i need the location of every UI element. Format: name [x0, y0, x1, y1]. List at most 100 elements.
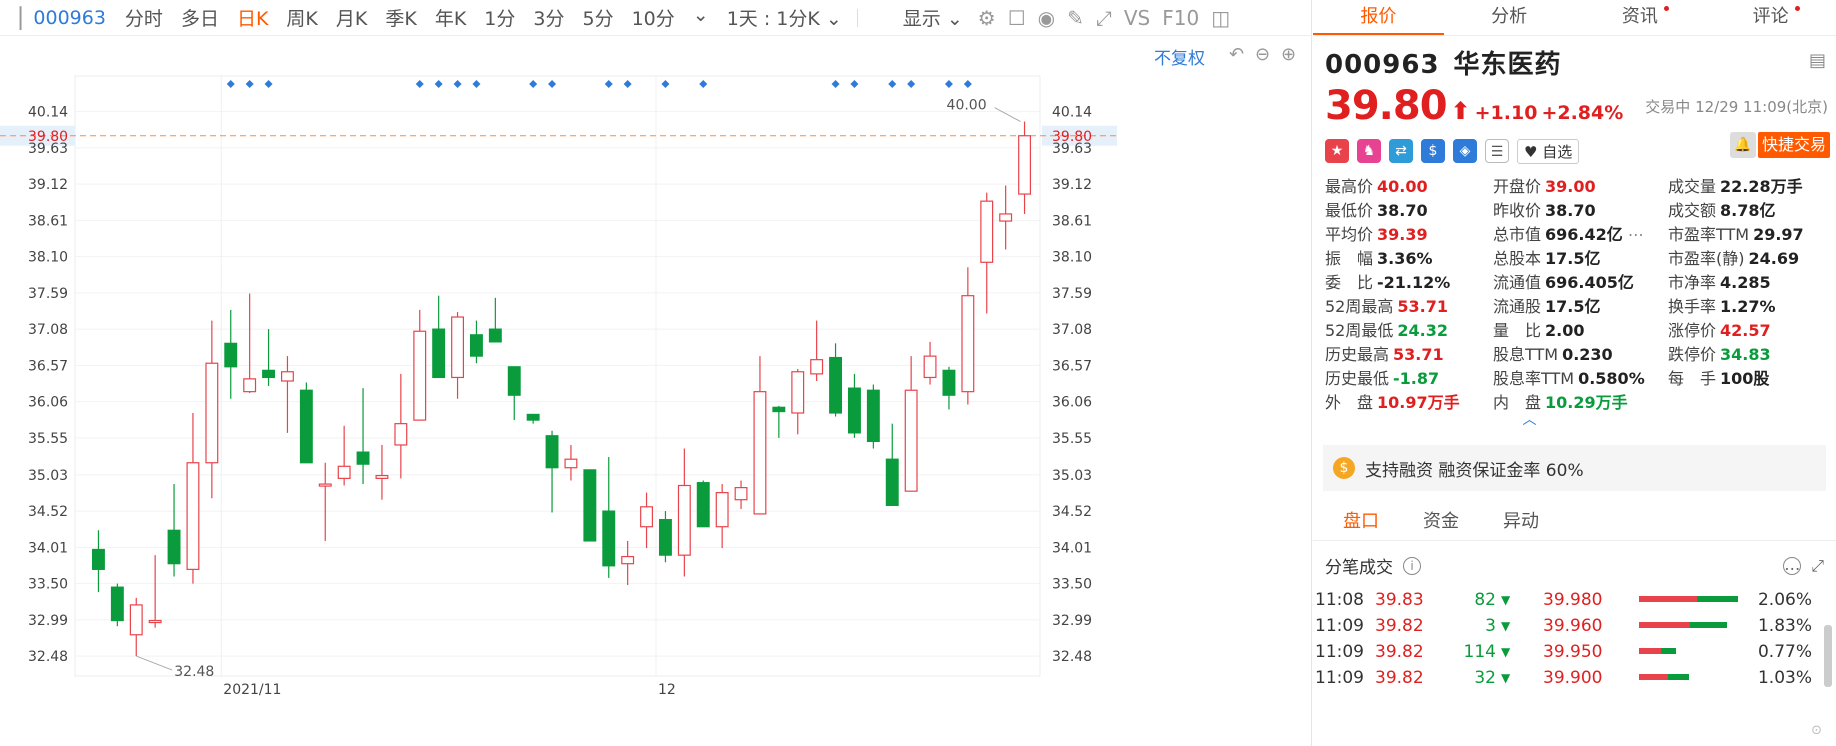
candle-body[interactable] — [904, 389, 918, 492]
candle-body[interactable] — [753, 391, 767, 515]
tag-icon[interactable]: ◈ — [1453, 139, 1477, 163]
candle-body[interactable] — [318, 483, 332, 487]
quote-tab[interactable]: 报价 — [1313, 0, 1444, 35]
more-icon[interactable]: ⋯ — [1623, 225, 1644, 244]
chevron-down-icon[interactable]: ⌄ — [684, 4, 718, 31]
candle-body[interactable] — [205, 362, 219, 464]
candle-body[interactable] — [696, 482, 710, 528]
candle-body[interactable] — [621, 555, 635, 565]
event-marker-icon[interactable] — [245, 80, 254, 88]
candle-body[interactable] — [847, 387, 861, 434]
candle-body[interactable] — [91, 548, 105, 570]
candle-body[interactable] — [243, 378, 257, 393]
candle-body[interactable] — [715, 492, 729, 528]
candle-body[interactable] — [1018, 135, 1032, 195]
compare-vs-button[interactable]: VS — [1118, 6, 1156, 30]
period-tab[interactable]: 1分 — [475, 4, 524, 31]
event-marker-icon[interactable] — [472, 80, 481, 88]
candle-body[interactable] — [866, 389, 880, 443]
candle-body[interactable] — [923, 355, 937, 379]
candle-body[interactable] — [507, 366, 521, 396]
candle-body[interactable] — [451, 316, 465, 379]
candle-body[interactable] — [829, 356, 843, 414]
candle-body[interactable] — [129, 604, 143, 636]
fq-toggle[interactable]: 不复权 — [1154, 44, 1205, 69]
depth-tab[interactable]: 盘口 — [1321, 505, 1401, 540]
event-marker-icon[interactable] — [831, 80, 840, 88]
note-icon[interactable]: ☰ — [1485, 139, 1509, 163]
zoom-out-icon[interactable]: ⊖ — [1255, 44, 1270, 65]
event-marker-icon[interactable] — [415, 80, 424, 88]
quote-tab[interactable]: 评论 — [1705, 0, 1836, 35]
interval-select[interactable]: 1天 : 1分K ⌄ — [718, 4, 851, 31]
event-marker-icon[interactable] — [661, 80, 670, 88]
kline-chart[interactable]: 40.14 40.1439.63 39.6339.12 39.1238.61 38.61… — [0, 36, 1312, 746]
period-tab[interactable]: 年K — [426, 4, 475, 31]
menu-icon[interactable]: ▤ — [1809, 50, 1826, 71]
candle-body[interactable] — [640, 506, 654, 528]
candle-body[interactable] — [262, 369, 276, 379]
candle-body[interactable] — [658, 519, 672, 556]
period-tab[interactable]: 季K — [376, 4, 425, 31]
zoom-in-icon[interactable]: ⊕ — [1281, 44, 1296, 65]
sidebar-toggle-icon[interactable]: ▕ — [0, 6, 27, 30]
shuffle-icon[interactable]: ⇄ — [1389, 139, 1413, 163]
quote-tab[interactable]: 资讯 — [1575, 0, 1706, 35]
quote-tab[interactable]: 分析 — [1444, 0, 1575, 35]
candle-body[interactable] — [772, 406, 786, 413]
event-marker-icon[interactable] — [907, 80, 916, 88]
dollar-icon[interactable]: $ — [1421, 139, 1445, 163]
period-tab[interactable]: 3分 — [524, 4, 573, 31]
candle-body[interactable] — [280, 371, 294, 382]
candle-body[interactable] — [942, 369, 956, 396]
quick-trade-button[interactable]: 快捷交易 — [1758, 132, 1830, 158]
camera-icon[interactable]: ◉ — [1032, 6, 1061, 30]
candle-body[interactable] — [961, 295, 975, 393]
event-marker-icon[interactable] — [888, 80, 897, 88]
candle-body[interactable] — [999, 213, 1013, 222]
add-watchlist-button[interactable]: ♥ 自选 — [1517, 138, 1580, 164]
period-tab[interactable]: 分时 — [116, 4, 172, 31]
info-icon[interactable]: i — [1403, 556, 1421, 575]
display-menu[interactable]: 显示 ⌄ — [894, 4, 972, 31]
event-marker-icon[interactable] — [623, 80, 632, 88]
event-marker-icon[interactable] — [944, 80, 953, 88]
scrollbar[interactable] — [1824, 625, 1832, 687]
flag-icon[interactable]: ★ — [1325, 139, 1349, 163]
candle-body[interactable] — [677, 484, 691, 556]
period-tab[interactable]: 月K — [327, 4, 376, 31]
more-icon[interactable]: … — [1783, 556, 1802, 575]
candle-body[interactable] — [791, 371, 805, 414]
candle-body[interactable] — [375, 474, 389, 479]
candle-body[interactable] — [186, 462, 200, 570]
depth-tab[interactable]: 异动 — [1481, 505, 1561, 540]
event-marker-icon[interactable] — [264, 80, 273, 88]
candle-body[interactable] — [394, 423, 408, 446]
collapse-panel-icon[interactable]: ◫ — [1205, 6, 1236, 30]
candle-body[interactable] — [110, 586, 124, 622]
expand-icon[interactable]: ⤢ — [1811, 556, 1824, 576]
candle-body[interactable] — [167, 529, 181, 565]
period-tab[interactable]: 周K — [277, 4, 326, 31]
candle-body[interactable] — [734, 487, 748, 501]
period-tab[interactable]: 5分 — [573, 4, 622, 31]
depth-tab[interactable]: 资金 — [1401, 505, 1481, 540]
bell-icon[interactable]: 🔔 — [1730, 132, 1756, 158]
candle-body[interactable] — [432, 328, 446, 379]
event-marker-icon[interactable] — [529, 80, 538, 88]
period-tab[interactable]: 多日 — [172, 4, 228, 31]
candle-body[interactable] — [980, 200, 994, 263]
candle-body[interactable] — [488, 328, 502, 343]
f10-button[interactable]: F10 — [1156, 6, 1205, 30]
candle-body[interactable] — [337, 465, 351, 479]
candle-body[interactable] — [564, 458, 578, 469]
event-marker-icon[interactable] — [226, 80, 235, 88]
fullscreen-icon[interactable]: ⤢ — [1090, 6, 1118, 30]
candle-body[interactable] — [469, 334, 483, 357]
settings-icon[interactable]: ⚙ — [972, 6, 1002, 30]
margin-banner[interactable]: $ 支持融资 融资保证金率 60% — [1323, 445, 1826, 491]
candle-body[interactable] — [526, 413, 540, 421]
event-marker-icon[interactable] — [963, 80, 972, 88]
undo-icon[interactable]: ↶ — [1229, 44, 1244, 65]
event-marker-icon[interactable] — [434, 80, 443, 88]
